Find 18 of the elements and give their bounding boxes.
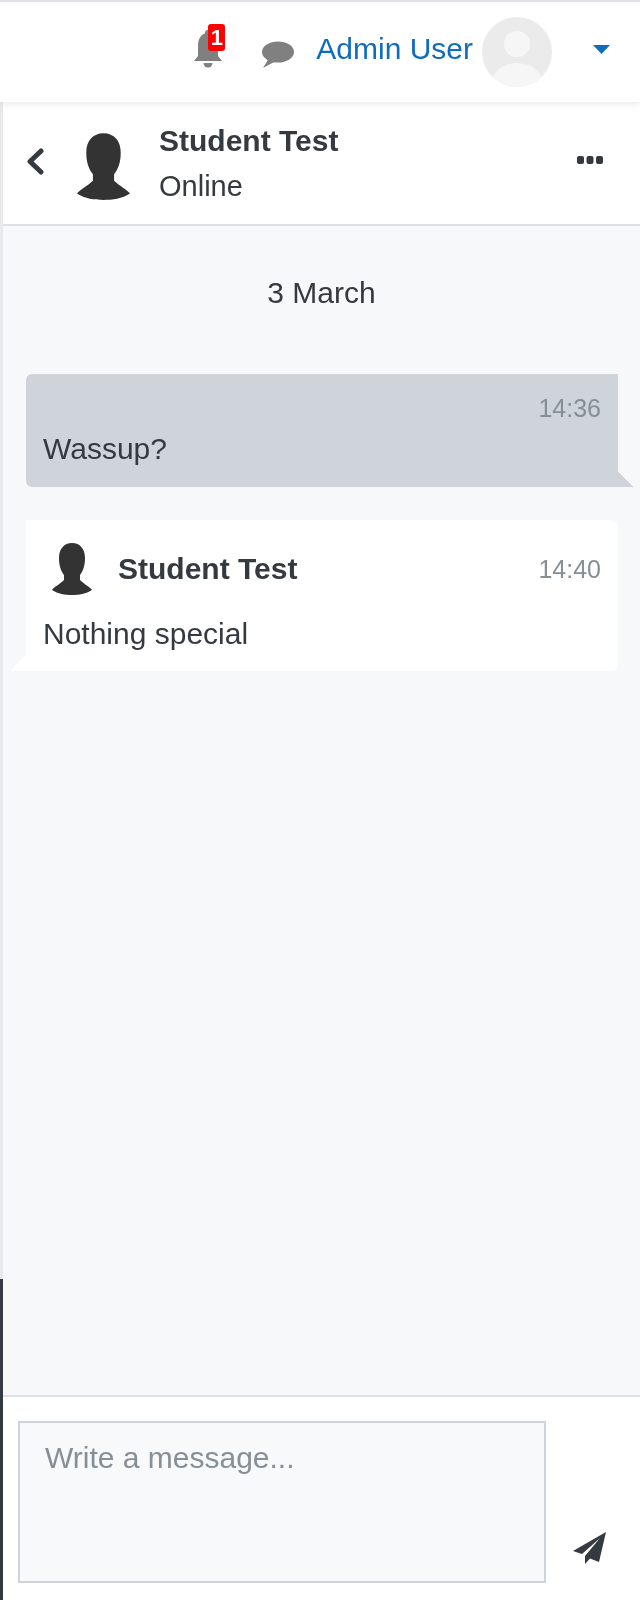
user-menu-link[interactable]: Admin User [316,31,473,67]
sender-name: Student Test [118,550,298,587]
more-options-icon[interactable] [577,156,603,164]
chat-bubble-icon[interactable] [261,41,295,68]
notification-badge: 1 [208,24,226,51]
sender-avatar-icon [52,542,92,595]
date-label: 3 March [267,275,376,311]
caret-icon[interactable] [593,44,610,54]
contact-name: Student Test [159,122,339,159]
contact-avatar-icon [77,132,130,200]
message-input-field[interactable]: Write a message... [18,1421,546,1583]
contact-status: Online [159,168,243,204]
back-icon[interactable] [25,148,45,175]
message-time: 14:40 [538,553,601,584]
message-time: 14:36 [538,393,601,423]
send-icon[interactable] [573,1532,606,1564]
message-text: Wassup? [43,431,167,467]
message-text: Nothing special [43,616,249,652]
